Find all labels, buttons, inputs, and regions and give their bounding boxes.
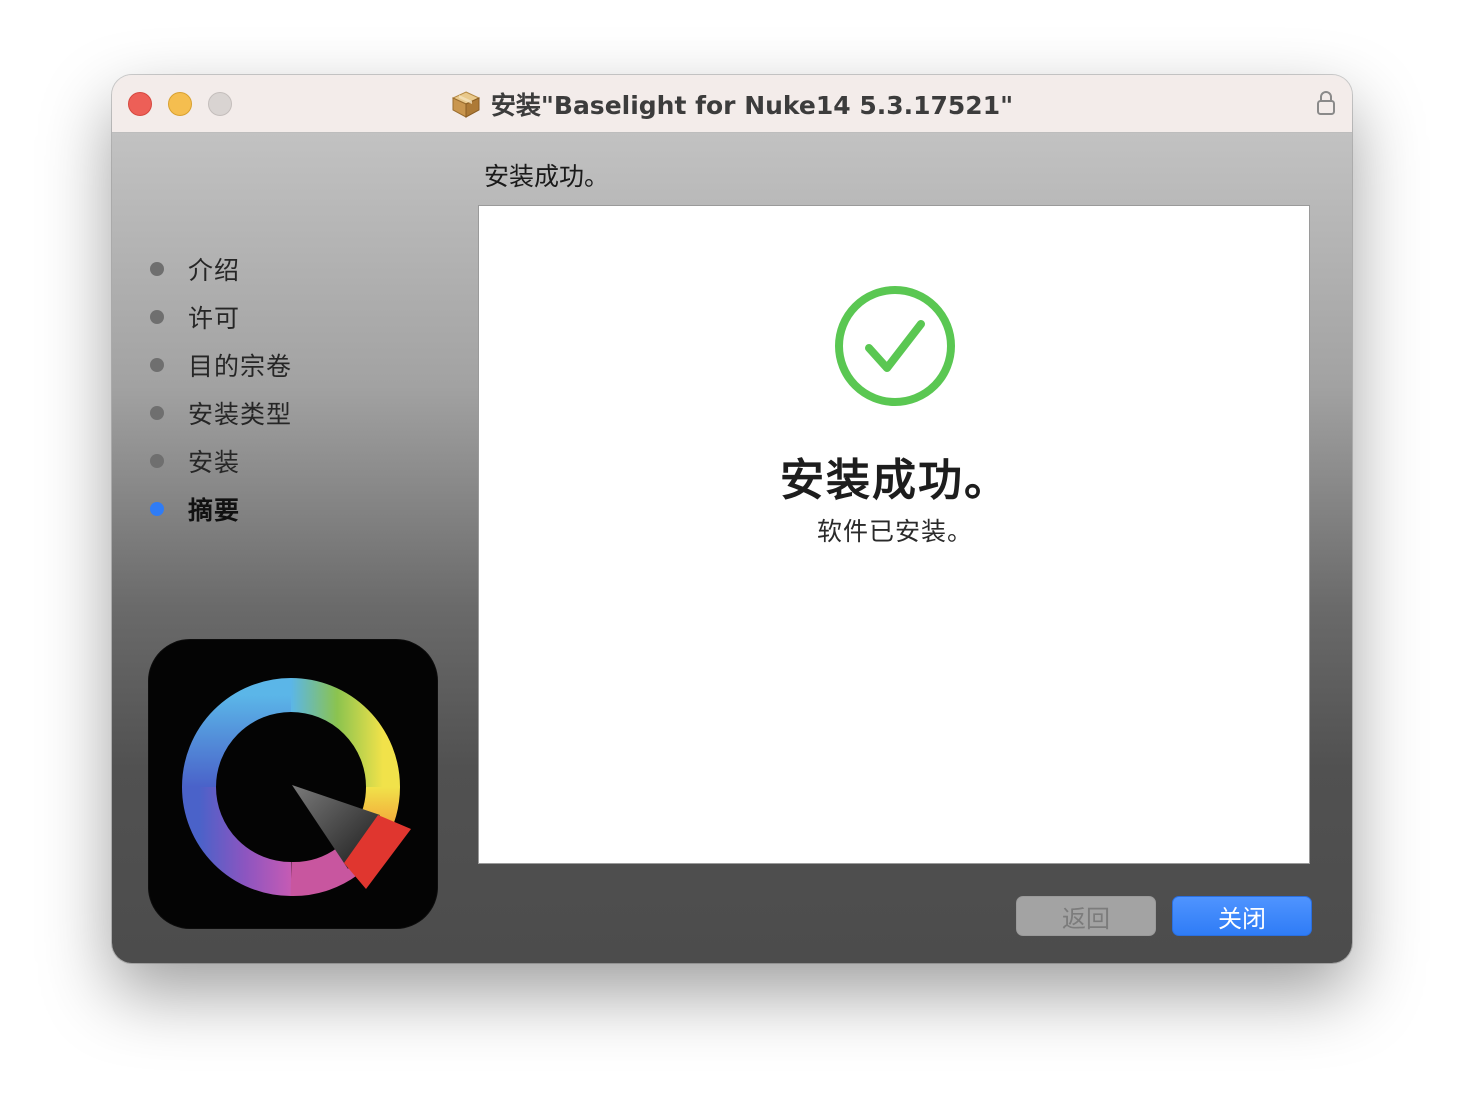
baselight-logo-icon xyxy=(148,639,438,929)
page-header: 安装成功。 xyxy=(484,162,610,191)
step-indicator xyxy=(150,406,164,420)
step-indicator xyxy=(150,310,164,324)
window-title: 安装"Baselight for Nuke14 5.3.17521" xyxy=(112,75,1352,132)
success-checkmark-icon xyxy=(835,286,955,406)
step-introduction: 介绍 xyxy=(150,245,292,293)
step-license: 许可 xyxy=(150,293,292,341)
step-summary: 摘要 xyxy=(150,485,292,533)
color-wheel-icon xyxy=(182,678,411,896)
success-subtitle: 软件已安装。 xyxy=(816,517,973,546)
step-indicator xyxy=(150,454,164,468)
title-bar[interactable]: 安装"Baselight for Nuke14 5.3.17521" xyxy=(112,75,1352,133)
step-label: 许可 xyxy=(188,304,241,333)
content-panel: 安装成功。 软件已安装。 xyxy=(478,205,1310,864)
back-button[interactable]: 返回 xyxy=(1016,896,1156,936)
close-button[interactable]: 关闭 xyxy=(1172,896,1312,936)
window-title-text: 安装"Baselight for Nuke14 5.3.17521" xyxy=(490,90,1014,120)
step-destination: 目的宗卷 xyxy=(150,341,292,389)
step-indicator xyxy=(150,262,164,276)
lock-icon xyxy=(1317,91,1335,115)
installer-steps: 介绍 许可 目的宗卷 安装类型 安装 摘要 xyxy=(150,245,292,533)
step-label: 介绍 xyxy=(188,256,241,285)
step-label: 目的宗卷 xyxy=(188,352,293,381)
step-label: 安装类型 xyxy=(188,400,293,429)
step-installation: 安装 xyxy=(150,437,292,485)
installer-window: 安装"Baselight for Nuke14 5.3.17521" 安装成功。… xyxy=(112,75,1352,963)
package-icon xyxy=(451,90,481,118)
step-indicator-active xyxy=(150,502,164,516)
step-indicator xyxy=(150,358,164,372)
step-label: 安装 xyxy=(188,448,241,477)
step-installation-type: 安装类型 xyxy=(150,389,292,437)
step-label: 摘要 xyxy=(188,496,241,525)
success-title: 安装成功。 xyxy=(780,455,1010,506)
